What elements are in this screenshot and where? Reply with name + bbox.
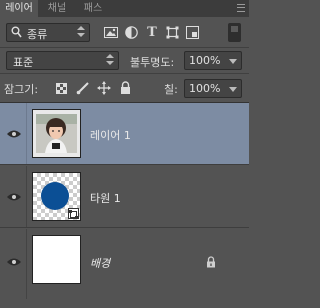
- type-filter-icon[interactable]: T: [145, 25, 159, 40]
- spinner-up-icon: [77, 26, 85, 30]
- blend-mode-select[interactable]: 표준: [6, 51, 119, 70]
- fill-input[interactable]: 100%: [184, 79, 242, 98]
- lock-row: 잠그기: 칠: 100%: [0, 74, 249, 102]
- spinner-up-icon: [106, 54, 114, 58]
- lock-label: 잠그기:: [4, 83, 39, 96]
- opacity-dropdown-icon[interactable]: [229, 59, 237, 64]
- layer-name[interactable]: 배경: [90, 255, 110, 271]
- adjustment-filter-icon[interactable]: [124, 25, 138, 39]
- panel-menu-icon[interactable]: [237, 4, 245, 12]
- layers-list: 레이어 1 타원 1 배경: [0, 103, 249, 308]
- image-filter-icon[interactable]: [104, 26, 118, 38]
- panel-tab-bar: 레이어 채널 패스: [0, 0, 249, 17]
- layer-lock-icon: [205, 255, 217, 269]
- filter-row: 종류 T: [0, 17, 249, 47]
- filter-toggle-switch[interactable]: [228, 23, 241, 42]
- tab-layers[interactable]: 레이어: [0, 0, 38, 17]
- blend-row: 표준 불투명도: 100%: [0, 48, 249, 73]
- blend-mode-value: 표준: [13, 56, 34, 69]
- fill-value: 100%: [189, 82, 221, 95]
- spinner-down-icon: [106, 61, 114, 65]
- lock-transparent-pixels-icon[interactable]: [55, 82, 67, 94]
- layer-thumbnail-background: [32, 235, 81, 284]
- fill-label: 칠:: [164, 83, 178, 96]
- search-icon: [11, 26, 22, 38]
- shape-filter-icon[interactable]: [165, 25, 179, 39]
- opacity-input[interactable]: 100%: [184, 51, 242, 70]
- visibility-eye-icon[interactable]: [6, 257, 22, 267]
- layer-thumbnail-ellipse: [32, 172, 81, 221]
- opacity-value: 100%: [189, 54, 221, 67]
- lock-all-icon[interactable]: [119, 80, 131, 94]
- layer-row-background[interactable]: 배경: [0, 229, 249, 299]
- tab-paths[interactable]: 패스: [78, 0, 108, 17]
- layer-name[interactable]: 타원 1: [90, 190, 121, 206]
- visibility-eye-icon[interactable]: [6, 192, 22, 202]
- layer-row-layer-1[interactable]: 레이어 1: [0, 103, 249, 165]
- layer-row-ellipse-1[interactable]: 타원 1: [0, 166, 249, 228]
- visibility-eye-icon[interactable]: [6, 129, 22, 139]
- layer-thumbnail-photo: [32, 109, 81, 158]
- layer-kind-filter-select[interactable]: 종류: [6, 23, 90, 42]
- opacity-label: 불투명도:: [130, 56, 175, 69]
- fill-dropdown-icon[interactable]: [229, 87, 237, 92]
- tab-channels[interactable]: 채널: [42, 0, 72, 17]
- lock-image-pixels-icon[interactable]: [76, 81, 90, 95]
- lock-position-icon[interactable]: [97, 81, 111, 95]
- spinner-down-icon: [77, 33, 85, 37]
- layer-name[interactable]: 레이어 1: [90, 127, 131, 143]
- filter-kind-label: 종류: [27, 28, 48, 41]
- smart-object-filter-icon[interactable]: [185, 25, 199, 39]
- shape-layer-badge-icon: [68, 208, 79, 219]
